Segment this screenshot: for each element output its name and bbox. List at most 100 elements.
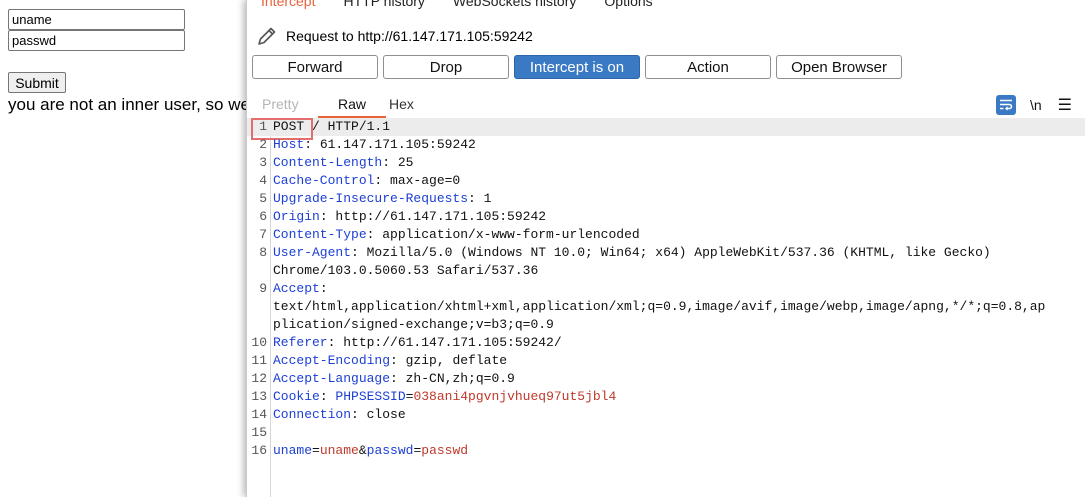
header-continuation: plication/signed-exchange;v=b3;q=0.9 [247,316,1085,334]
header-line: 8 User-Agent: Mozilla/5.0 (Windows NT 10… [247,244,1085,262]
header-value: : [319,281,328,296]
header-line: 10 Referer: http://61.147.171.105:59242/ [247,334,1085,352]
raw-request-editor[interactable]: 1 POST / HTTP/1.1 2 Host: 61.147.171.105… [247,118,1085,497]
request-path: / HTTP/1.1 [304,119,391,134]
header-key: Content-Type [273,227,367,242]
line-number: 5 [259,191,267,206]
request-target-label: Request to http://61.147.171.105:59242 [286,28,533,44]
header-key: Accept [273,281,320,296]
header-line: 2 Host: 61.147.171.105:59242 [247,136,1085,154]
newline-toggle-icon[interactable]: \n [1030,97,1042,113]
menu-icon[interactable]: ☰ [1058,95,1072,115]
header-value: : gzip, deflate [390,353,508,368]
header-value: : 61.147.171.105:59242 [304,137,476,152]
header-value: text/html,application/xhtml+xml,applicat… [273,299,1046,314]
line-number: 11 [251,353,267,368]
line-number: 7 [259,227,267,242]
header-line: 14 Connection: close [247,406,1085,424]
pencil-icon[interactable] [255,24,279,48]
header-value: : 25 [382,155,414,170]
header-line: 12 Accept-Language: zh-CN,zh;q=0.9 [247,370,1085,388]
header-value: : 1 [468,191,492,206]
request-target: Request to http://61.147.171.105:59242 [255,24,533,48]
header-line: 9 Accept: [247,280,1085,298]
header-key: User-Agent [273,245,352,260]
intercept-toggle-button[interactable]: Intercept is on [514,55,640,79]
header-value: : zh-CN,zh;q=0.9 [390,371,515,386]
param-key: passwd [366,443,414,458]
tab-raw[interactable]: Raw [318,92,386,118]
header-value: plication/signed-exchange;v=b3;q=0.9 [273,317,554,332]
line-number: 2 [259,137,267,152]
open-browser-button[interactable]: Open Browser [776,55,902,79]
header-key: Accept-Encoding [273,353,391,368]
request-line: 1 POST / HTTP/1.1 [247,118,1085,136]
browser-page: Submit you are not an inner user, so we [0,0,260,497]
line-number: 8 [259,245,267,260]
tab-pretty[interactable]: Pretty [262,92,299,118]
header-value: : http://61.147.171.105:59242 [319,209,547,224]
line-number: 4 [259,173,267,188]
header-key: Origin [273,209,320,224]
line-number: 13 [251,389,267,404]
line-number: 14 [251,407,267,422]
header-line: 7 Content-Type: application/x-www-form-u… [247,226,1085,244]
header-continuation: text/html,application/xhtml+xml,applicat… [247,298,1085,316]
line-number: 10 [251,335,267,350]
header-key: Cookie [273,389,320,404]
editor-tools: \n ☰ [995,92,1085,118]
header-value: : http://61.147.171.105:59242/ [327,335,562,350]
header-value: : application/x-www-form-urlencoded [366,227,640,242]
header-key: Referer [273,335,328,350]
tab-options[interactable]: Options [590,0,666,10]
tab-websockets-history[interactable]: WebSockets history [439,0,590,10]
result-message: you are not an inner user, so we [8,95,250,114]
param-value: uname [319,443,359,458]
header-line: 5 Upgrade-Insecure-Requests: 1 [247,190,1085,208]
header-key: Host [273,137,305,152]
proxy-tabs: Intercept HTTP history WebSockets histor… [247,0,1085,10]
header-value: : Mozilla/5.0 (Windows NT 10.0; Win64; x… [351,245,991,260]
passwd-input[interactable] [8,30,185,51]
blank-line: 15 [247,424,1085,442]
intercept-toolbar: Forward Drop Intercept is on Action Open… [252,55,902,79]
drop-button[interactable]: Drop [383,55,509,79]
line-number: 16 [251,443,267,458]
line-number: 9 [259,281,267,296]
header-value: : close [351,407,406,422]
header-key: Upgrade-Insecure-Requests [273,191,469,206]
header-continuation: Chrome/103.0.5060.53 Safari/537.36 [247,262,1085,280]
header-line: 11 Accept-Encoding: gzip, deflate [247,352,1085,370]
forward-button[interactable]: Forward [252,55,378,79]
param-key: uname [273,443,313,458]
line-number: 3 [259,155,267,170]
line-number: 6 [259,209,267,224]
header-key: Content-Length [273,155,383,170]
line-number: 15 [251,425,267,440]
header-key: Cache-Control [273,173,375,188]
line-number: 12 [251,371,267,386]
tab-hex[interactable]: Hex [389,92,414,118]
cookie-name: PHPSESSID [335,389,406,404]
action-button[interactable]: Action [645,55,771,79]
header-line: 6 Origin: http://61.147.171.105:59242 [247,208,1085,226]
header-line: 13 Cookie: PHPSESSID=038ani4pgvnjvhueq97… [247,388,1085,406]
tab-http-history[interactable]: HTTP history [329,0,438,10]
header-key: Accept-Language [273,371,391,386]
tab-intercept[interactable]: Intercept [247,0,329,10]
header-value: Chrome/103.0.5060.53 Safari/537.36 [273,263,539,278]
header-line: 4 Cache-Control: max-age=0 [247,172,1085,190]
param-value: passwd [421,443,469,458]
cookie-value: 038ani4pgvnjvhueq97ut5jbl4 [413,389,617,404]
header-value: : max-age=0 [374,173,461,188]
burp-proxy-panel: Intercept HTTP history WebSockets histor… [246,0,1085,497]
body-line: 16 uname=uname&passwd=passwd [247,442,1085,460]
header-key: Connection [273,407,352,422]
word-wrap-icon[interactable] [995,95,1016,115]
header-value: : [319,389,336,404]
submit-button[interactable]: Submit [8,72,66,93]
uname-input[interactable] [8,9,185,30]
header-line: 3 Content-Length: 25 [247,154,1085,172]
message-view-tabs: Pretty Raw Hex \n ☰ [247,92,1085,118]
param-separator: & [358,443,367,458]
